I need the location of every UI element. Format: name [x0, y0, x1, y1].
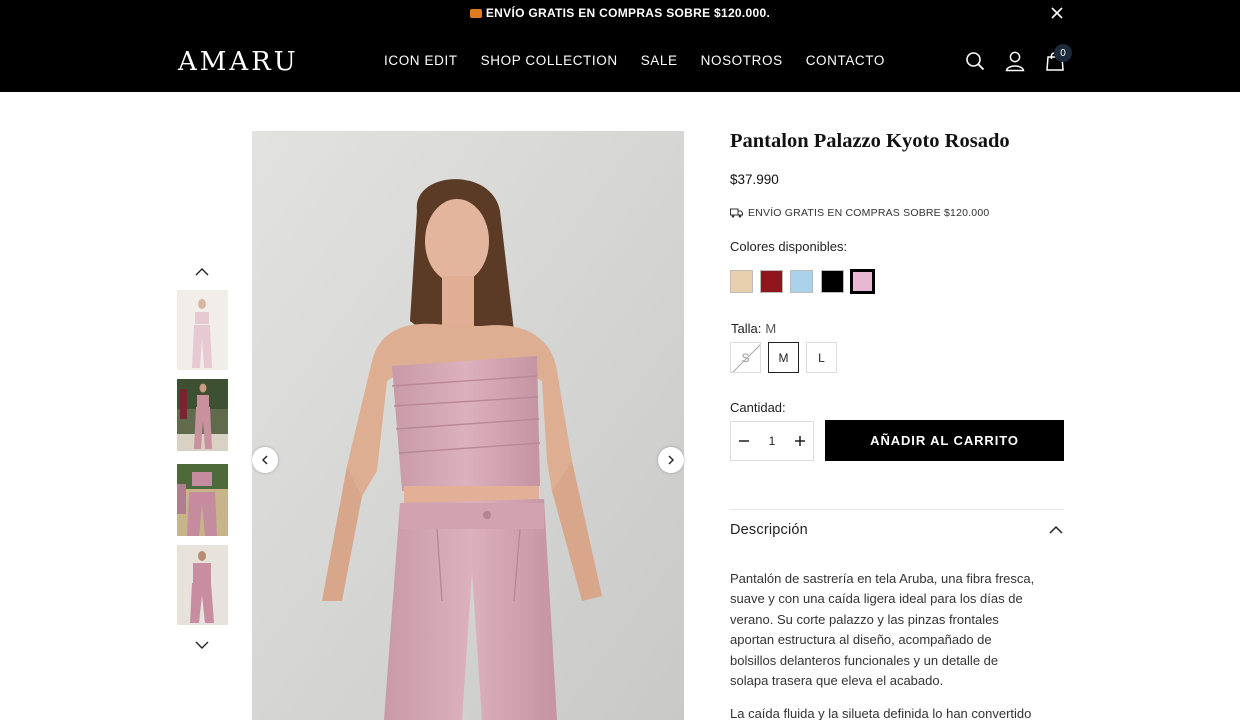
minus-icon	[739, 440, 749, 442]
product-main-image[interactable]	[252, 131, 684, 720]
size-option-label: M	[778, 350, 789, 365]
announcement-text: ENVÍO GRATIS EN COMPRAS SOBRE $120.000.	[485, 6, 771, 20]
chevron-down-icon[interactable]	[193, 639, 211, 651]
size-option-label: S	[741, 350, 750, 365]
image-next-button[interactable]	[658, 447, 684, 473]
shipping-note-text: ENVÍO GRATIS EN COMPRAS SOBRE $120.000	[748, 207, 990, 219]
plus-icon	[795, 436, 805, 446]
description-paragraph: Pantalón de sastrería en tela Aruba, una…	[730, 569, 1070, 691]
color-swatch-beige[interactable]	[730, 270, 753, 293]
product-price: $37.990	[730, 172, 779, 187]
size-option-label: L	[818, 350, 825, 365]
description-paragraph: La caída fluida y la silueta definida lo…	[730, 704, 1070, 720]
gallery-thumbnail[interactable]	[177, 379, 228, 451]
gallery-thumbnail[interactable]	[177, 545, 228, 625]
cart-count-badge: 0	[1054, 44, 1072, 62]
truck-icon	[469, 8, 482, 18]
main-nav: ICON EDIT SHOP COLLECTION SALE NOSOTROS …	[384, 53, 885, 69]
close-icon[interactable]	[1048, 4, 1066, 22]
size-label-row: Talla: M	[731, 321, 776, 336]
nav-item-nosotros[interactable]: NOSOTROS	[701, 53, 783, 69]
chevron-up-icon[interactable]	[193, 266, 211, 278]
chevron-left-icon	[262, 455, 268, 465]
size-label: Talla:	[731, 321, 762, 336]
gallery-thumbnail[interactable]	[177, 464, 228, 536]
size-option-s[interactable]: S	[730, 342, 761, 373]
product-title: Pantalon Palazzo Kyoto Rosado	[730, 130, 1010, 152]
nav-item-contacto[interactable]: CONTACTO	[806, 53, 885, 69]
nav-item-shop-collection[interactable]: SHOP COLLECTION	[481, 53, 618, 69]
shipping-note: ENVÍO GRATIS EN COMPRAS SOBRE $120.000	[730, 207, 989, 219]
search-icon[interactable]	[964, 50, 986, 72]
description-heading: Descripción	[730, 522, 808, 538]
description-accordion-toggle[interactable]: Descripción	[730, 522, 1064, 538]
nav-item-icon-edit[interactable]: ICON EDIT	[384, 53, 458, 69]
size-option-m[interactable]: M	[768, 342, 799, 373]
description-line: solapa trasera que eleva el acabado.	[730, 673, 944, 689]
gallery-thumbnail[interactable]	[177, 290, 228, 370]
quantity-stepper	[730, 421, 814, 461]
description-line: La caída fluida y la silueta definida lo…	[730, 706, 1032, 720]
quantity-decrease-button[interactable]	[731, 422, 757, 460]
color-swatch-red[interactable]	[760, 270, 783, 293]
truck-icon	[730, 208, 743, 218]
colors-label: Colores disponibles:	[730, 239, 848, 254]
nav-item-sale[interactable]: SALE	[641, 53, 678, 69]
divider	[730, 509, 1064, 510]
image-prev-button[interactable]	[252, 447, 278, 473]
description-line: Pantalón de sastrería en tela Aruba, una…	[730, 571, 1035, 586]
quantity-input[interactable]	[757, 426, 787, 456]
description-line: bolsillos delanteros funcionales y un de…	[730, 652, 999, 668]
site-header: ENVÍO GRATIS EN COMPRAS SOBRE $120.000. …	[0, 0, 1240, 92]
quantity-label: Cantidad:	[730, 400, 786, 415]
logo[interactable]: AMARU	[178, 47, 299, 77]
color-swatch-black[interactable]	[821, 270, 844, 293]
description-line: suave y con una caída ligera ideal para …	[730, 591, 1023, 607]
description-line: aportan estructura al diseño, acompañado…	[730, 632, 992, 648]
size-selected-value: M	[765, 321, 777, 336]
add-to-cart-button[interactable]: AÑADIR AL CARRITO	[825, 420, 1064, 461]
description-line: verano. Su corte palazzo y las pinzas fr…	[730, 611, 999, 627]
color-swatch-light-blue[interactable]	[790, 270, 813, 293]
chevron-right-icon	[668, 455, 674, 465]
user-icon[interactable]	[1004, 50, 1026, 72]
chevron-up-icon	[1049, 525, 1063, 534]
size-option-l[interactable]: L	[806, 342, 837, 373]
color-swatch-pink[interactable]	[850, 269, 875, 294]
quantity-increase-button[interactable]	[787, 422, 813, 460]
